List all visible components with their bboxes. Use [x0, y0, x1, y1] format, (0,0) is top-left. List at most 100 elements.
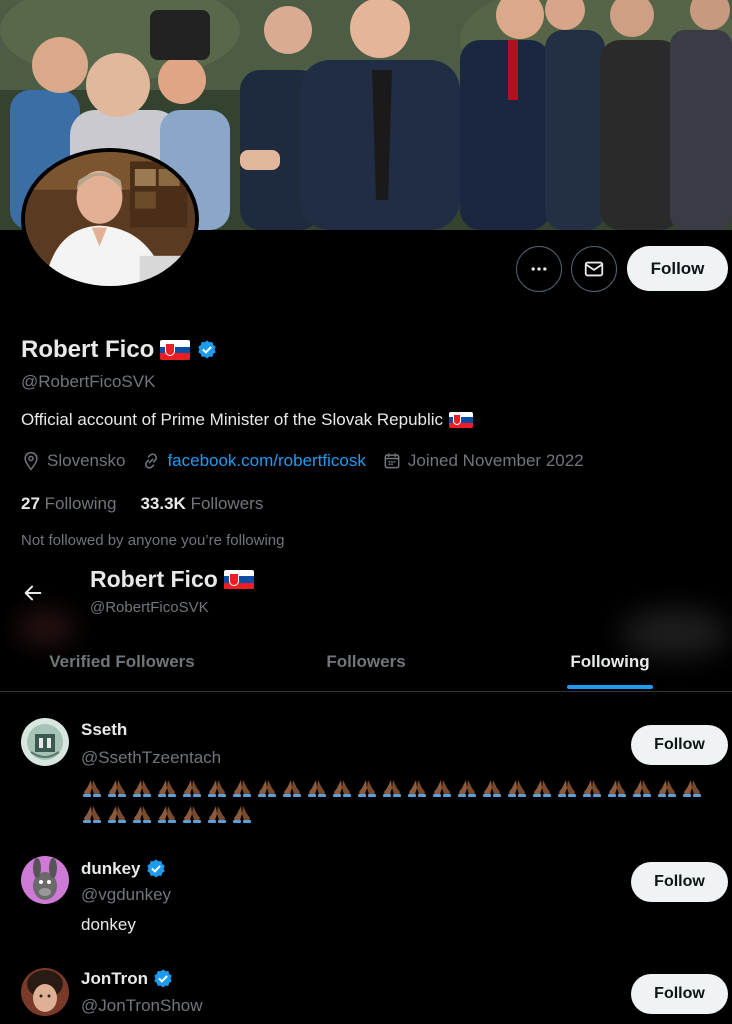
sticky-profile-name: Robert Fico	[90, 566, 254, 593]
folded-hands-icon	[583, 779, 601, 797]
folded-hands-icon	[333, 779, 351, 797]
folded-hands-icon	[683, 779, 701, 797]
folded-hands-icon	[633, 779, 651, 797]
joined-text: Joined November 2022	[407, 451, 584, 470]
sticky-profile-handle: @RobertFicoSVK	[90, 599, 209, 616]
profile-bio: Official account of Prime Minister of th…	[21, 410, 474, 430]
user-bio: donkey	[81, 915, 136, 934]
folded-hands-icon	[358, 779, 376, 797]
folded-hands-icon	[608, 779, 626, 797]
website-link[interactable]: facebook.com/robertficosk	[167, 451, 365, 471]
tab-verified-followers[interactable]: Verified Followers	[0, 632, 244, 692]
user-handle: @vgdunkey	[81, 885, 172, 904]
list-item[interactable]: dunkey @vgdunkey donkey Follow	[0, 846, 732, 956]
not-followed-note: Not followed by anyone you’re following	[21, 532, 285, 549]
sticky-name-text: Robert Fico	[90, 566, 218, 592]
profile-stats: 27 Following 33.3K Followers	[21, 494, 263, 514]
list-item[interactable]: JonTron @JonTronShow Follow	[0, 956, 732, 1024]
profile-name-text: Robert Fico	[21, 336, 155, 363]
user-bio	[81, 774, 721, 826]
user-avatar[interactable]	[21, 856, 69, 904]
location-item: Slovensko	[21, 451, 125, 471]
user-name[interactable]: dunkey	[81, 858, 167, 880]
folded-hands-icon	[308, 779, 326, 797]
message-button[interactable]	[571, 246, 617, 292]
user-name[interactable]: Sseth	[81, 720, 127, 740]
follow-user-button[interactable]: Follow	[631, 862, 728, 902]
folded-hands-icon	[108, 779, 126, 797]
user-handle: @JonTronShow	[81, 996, 203, 1015]
profile-handle: @RobertFicoSVK	[21, 372, 156, 391]
slovakia-flag-icon	[449, 412, 474, 428]
folded-hands-icon	[83, 805, 101, 823]
folded-hands-icon	[158, 805, 176, 823]
folded-hands-icon	[183, 779, 201, 797]
verified-badge-icon[interactable]	[196, 339, 218, 361]
folded-hands-icon	[133, 779, 151, 797]
folded-hands-icon	[133, 805, 151, 823]
folded-hands-icon	[158, 779, 176, 797]
tab-label: Followers	[326, 652, 406, 671]
follow-button[interactable]: Follow	[627, 246, 728, 291]
profile-name: Robert Fico	[21, 336, 218, 364]
joined-item: Joined November 2022	[382, 451, 584, 471]
profile-avatar[interactable]	[21, 148, 199, 290]
active-tab-indicator	[567, 685, 653, 689]
folded-hands-icon	[208, 805, 226, 823]
tab-followers[interactable]: Followers	[244, 632, 488, 692]
back-button[interactable]	[16, 576, 50, 610]
folded-hands-icon	[208, 779, 226, 797]
profile-meta: Slovensko facebook.com/robertficosk Join…	[21, 451, 600, 471]
user-name-text: JonTron	[81, 969, 149, 988]
location-pin-icon	[24, 451, 38, 471]
following-stat[interactable]: 27 Following	[21, 494, 116, 514]
followers-stat[interactable]: 33.3K Followers	[140, 494, 263, 514]
following-stat-label: Following	[44, 494, 117, 513]
back-arrow-icon	[24, 585, 42, 601]
folded-hands-icon	[183, 805, 201, 823]
link-icon	[145, 453, 158, 469]
folded-hands-icon	[233, 805, 251, 823]
verified-badge-icon[interactable]	[145, 858, 167, 880]
user-avatar[interactable]	[21, 968, 69, 1016]
user-name-text: Sseth	[81, 720, 128, 739]
folded-hands-icon	[258, 779, 276, 797]
envelope-icon	[584, 261, 604, 277]
tab-label: Following	[570, 652, 650, 671]
more-options-button[interactable]	[516, 246, 562, 292]
verified-badge-icon[interactable]	[152, 968, 174, 990]
calendar-icon	[384, 453, 400, 469]
avatar-photo	[25, 152, 195, 286]
following-count: 27	[21, 494, 40, 513]
sticky-header: Robert Fico @RobertFicoSVK Verified Foll…	[0, 560, 732, 692]
user-handle: @SsethTzeentach	[81, 748, 222, 767]
tab-following[interactable]: Following	[488, 632, 732, 692]
folded-hands-icon	[508, 779, 526, 797]
followers-stat-label: Followers	[190, 494, 264, 513]
follow-user-button[interactable]: Follow	[631, 974, 728, 1014]
folded-hands-icon	[658, 779, 676, 797]
slovakia-flag-icon	[223, 569, 254, 590]
folded-hands-icon	[383, 779, 401, 797]
folded-hands-icon	[408, 779, 426, 797]
folded-hands-icon	[558, 779, 576, 797]
website-item: facebook.com/robertficosk	[141, 451, 366, 471]
tab-label: Verified Followers	[49, 652, 195, 671]
avatar-image	[21, 718, 69, 766]
folded-hands-icon	[483, 779, 501, 797]
user-name-text: dunkey	[81, 859, 141, 878]
folded-hands-icon	[108, 805, 126, 823]
folded-hands-icon	[533, 779, 551, 797]
folded-hands-icon	[83, 779, 101, 797]
folded-hands-icon	[283, 779, 301, 797]
folded-hands-icon	[233, 779, 251, 797]
folded-hands-icon	[458, 779, 476, 797]
follow-user-button[interactable]: Follow	[631, 725, 728, 765]
bio-text: Official account of Prime Minister of th…	[21, 410, 444, 429]
user-avatar[interactable]	[21, 718, 69, 766]
location-text: Slovensko	[47, 451, 126, 470]
user-name[interactable]: JonTron	[81, 968, 174, 990]
list-item[interactable]: Sseth @SsethTzeentach Follow	[0, 706, 732, 846]
avatar-image	[21, 968, 69, 1016]
folded-hands-icon	[433, 779, 451, 797]
